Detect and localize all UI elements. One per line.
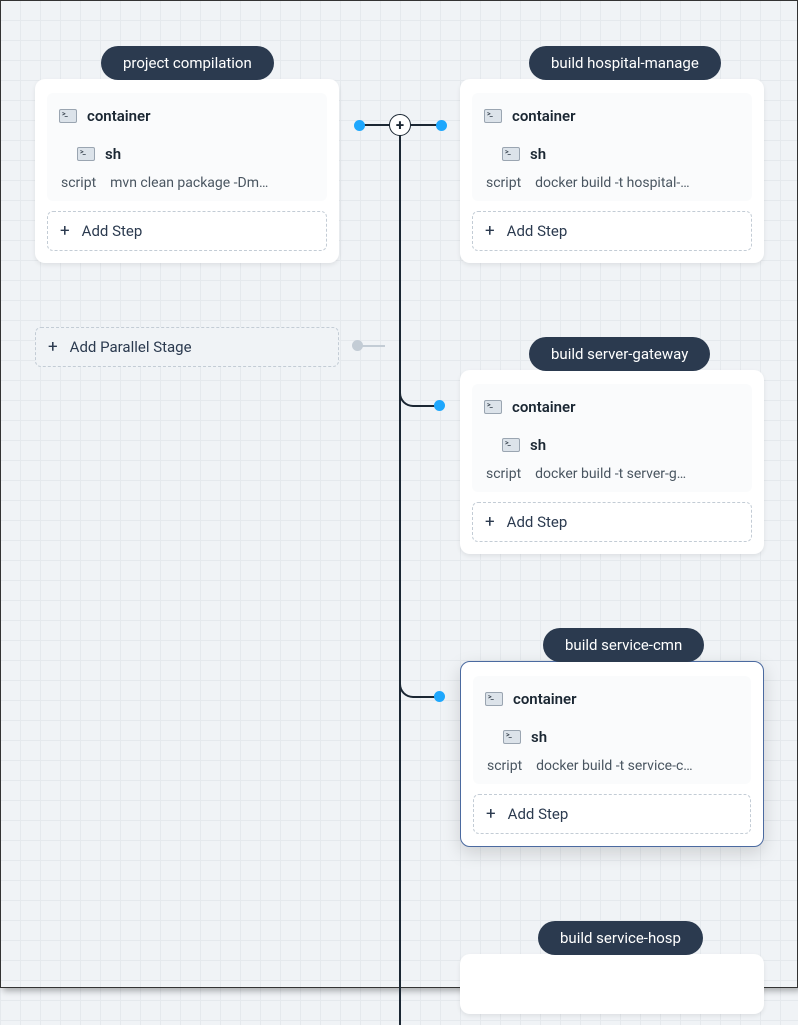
terminal-icon bbox=[502, 147, 520, 161]
terminal-icon bbox=[484, 400, 502, 414]
plus-icon: + bbox=[48, 339, 58, 356]
step-sh: sh bbox=[59, 145, 315, 163]
terminal-icon bbox=[484, 109, 502, 123]
terminal-icon bbox=[485, 692, 503, 706]
step-header: container bbox=[59, 107, 315, 125]
trunk-line bbox=[399, 125, 401, 1025]
script-value: docker build -t hospital-… bbox=[535, 175, 690, 191]
step-script: script mvn clean package -Dm… bbox=[59, 175, 315, 191]
script-key: script bbox=[486, 466, 521, 482]
step-script: script docker build -t service-c… bbox=[485, 758, 739, 774]
add-step-label: Add Step bbox=[82, 222, 143, 240]
branch-connector bbox=[399, 672, 439, 698]
add-step-label: Add Step bbox=[508, 805, 569, 823]
add-step-button[interactable]: + Add Step bbox=[473, 794, 751, 834]
connector-dot bbox=[354, 120, 365, 131]
step-header: container bbox=[485, 690, 739, 708]
script-key: script bbox=[487, 758, 522, 774]
container-label: container bbox=[512, 398, 576, 416]
container-label: container bbox=[512, 107, 576, 125]
container-label: container bbox=[87, 107, 151, 125]
connector-dot bbox=[434, 691, 445, 702]
stage-pill-project-compilation[interactable]: project compilation bbox=[101, 46, 274, 80]
container-label: container bbox=[513, 690, 577, 708]
add-step-button[interactable]: + Add Step bbox=[472, 502, 752, 542]
step-container[interactable]: container sh script mvn clean package -Dm… bbox=[47, 93, 327, 201]
sh-label: sh bbox=[530, 145, 546, 163]
stage-pill-hospital-manage[interactable]: build hospital-manage bbox=[529, 46, 721, 80]
connector-dot-grey bbox=[352, 340, 363, 351]
step-sh: sh bbox=[484, 436, 740, 454]
terminal-icon bbox=[59, 109, 77, 123]
step-header: container bbox=[484, 398, 740, 416]
add-step-button[interactable]: + Add Step bbox=[47, 211, 327, 251]
add-stage-node[interactable]: + bbox=[389, 114, 411, 136]
step-script: script docker build -t server-g… bbox=[484, 466, 740, 482]
sh-label: sh bbox=[531, 728, 547, 746]
stage-card-service-hosp[interactable] bbox=[460, 954, 764, 1014]
stage-pill-service-hosp[interactable]: build service-hosp bbox=[538, 921, 703, 955]
plus-icon: + bbox=[486, 806, 496, 823]
script-value: docker build -t server-g… bbox=[535, 466, 686, 482]
add-step-label: Add Step bbox=[507, 222, 568, 240]
step-header: container bbox=[484, 107, 740, 125]
connector-dot bbox=[434, 400, 445, 411]
script-key: script bbox=[61, 175, 96, 191]
pipeline-canvas[interactable]: + project compilation container sh scrip… bbox=[1, 1, 797, 987]
script-value: mvn clean package -Dm… bbox=[110, 175, 268, 191]
stage-card-service-cmn[interactable]: container sh script docker build -t servi… bbox=[460, 661, 764, 847]
add-step-label: Add Step bbox=[507, 513, 568, 531]
step-sh: sh bbox=[484, 145, 740, 163]
script-key: script bbox=[486, 175, 521, 191]
sh-label: sh bbox=[530, 436, 546, 454]
stage-pill-server-gateway[interactable]: build server-gateway bbox=[529, 337, 710, 371]
terminal-icon bbox=[502, 438, 520, 452]
step-container[interactable]: container sh script docker build -t servi… bbox=[473, 676, 751, 784]
step-sh: sh bbox=[485, 728, 739, 746]
terminal-icon bbox=[503, 730, 521, 744]
stage-pill-service-cmn[interactable]: build service-cmn bbox=[543, 628, 704, 662]
script-value: docker build -t service-c… bbox=[536, 758, 693, 774]
step-container[interactable]: container sh script docker build -t hospi… bbox=[472, 93, 752, 201]
step-script: script docker build -t hospital-… bbox=[484, 175, 740, 191]
plus-icon: + bbox=[485, 223, 495, 240]
step-container[interactable]: container sh script docker build -t serve… bbox=[472, 384, 752, 492]
add-step-button[interactable]: + Add Step bbox=[472, 211, 752, 251]
stage-card-server-gateway[interactable]: container sh script docker build -t serve… bbox=[460, 370, 764, 554]
plus-icon: + bbox=[485, 514, 495, 531]
stage-card-hospital-manage[interactable]: container sh script docker build -t hospi… bbox=[460, 79, 764, 263]
sh-label: sh bbox=[105, 145, 121, 163]
branch-connector bbox=[399, 381, 439, 407]
add-parallel-stage-button[interactable]: + Add Parallel Stage bbox=[35, 327, 339, 367]
stage-card-project-compilation[interactable]: container sh script mvn clean package -Dm… bbox=[35, 79, 339, 263]
plus-icon: + bbox=[60, 223, 70, 240]
connector-dot bbox=[436, 120, 447, 131]
terminal-icon bbox=[77, 147, 95, 161]
add-parallel-label: Add Parallel Stage bbox=[70, 338, 192, 356]
